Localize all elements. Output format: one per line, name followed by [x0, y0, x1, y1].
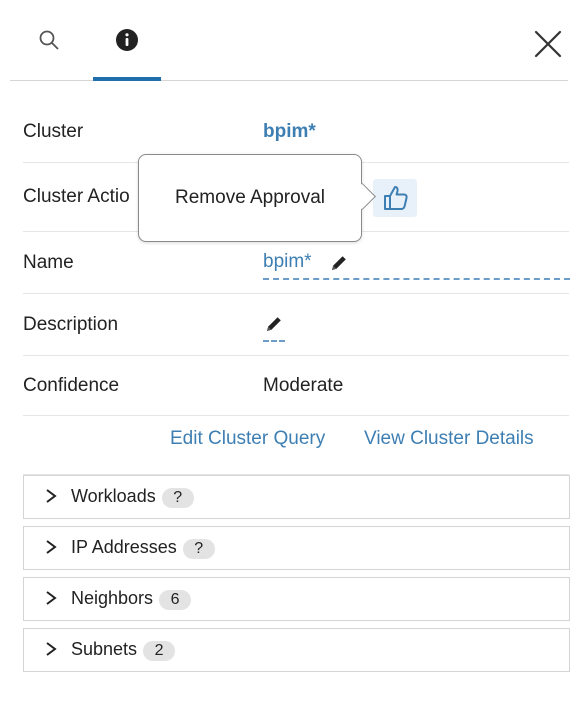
description-row: Description: [23, 294, 569, 356]
count-badge: ?: [161, 488, 194, 508]
search-icon: [39, 30, 59, 50]
tab-bar: [10, 0, 568, 81]
count-badge: 6: [159, 590, 192, 610]
count-badge: 2: [143, 641, 176, 661]
confidence-value: Moderate: [263, 375, 344, 396]
section-title: Workloads?: [71, 486, 194, 508]
chevron-right-icon: [46, 489, 57, 503]
confidence-row: Confidence Moderate: [23, 356, 569, 416]
chevron-right-icon: [46, 591, 57, 605]
section-title: IP Addresses?: [71, 537, 215, 559]
section-subnets[interactable]: Subnets 2: [23, 628, 570, 672]
cluster-value: bpim*: [263, 121, 316, 142]
info-icon: [116, 29, 138, 51]
section-title: Neighbors 6: [71, 588, 192, 610]
approval-button[interactable]: [373, 179, 417, 217]
name-field[interactable]: bpim*: [263, 248, 570, 280]
confidence-label: Confidence: [23, 375, 120, 396]
tab-info[interactable]: [93, 0, 161, 81]
edit-cluster-query-link[interactable]: Edit Cluster Query: [170, 428, 325, 450]
close-icon: [534, 30, 562, 58]
view-cluster-details-link[interactable]: View Cluster Details: [364, 428, 534, 450]
name-value: bpim*: [263, 251, 312, 272]
count-badge: ?: [182, 539, 215, 559]
cluster-label: Cluster: [23, 121, 84, 142]
description-label: Description: [23, 314, 119, 335]
tab-search[interactable]: [24, 0, 74, 80]
thumbs-up-icon: [384, 186, 408, 210]
remove-approval-tooltip: Remove Approval: [138, 154, 376, 242]
tooltip-text: Remove Approval: [175, 187, 325, 208]
close-button[interactable]: [530, 26, 566, 62]
chevron-right-icon: [46, 642, 57, 656]
name-label: Name: [23, 252, 74, 273]
pencil-icon[interactable]: [264, 314, 284, 334]
chevron-right-icon: [46, 540, 57, 554]
pencil-icon[interactable]: [329, 253, 349, 273]
section-workloads[interactable]: Workloads?: [23, 475, 570, 519]
section-title: Subnets 2: [71, 639, 176, 661]
description-field[interactable]: [263, 310, 285, 342]
cluster-action-label: Cluster Actio: [23, 186, 130, 207]
section-ip-addresses[interactable]: IP Addresses?: [23, 526, 570, 570]
active-tab-indicator: [93, 77, 161, 81]
section-neighbors[interactable]: Neighbors 6: [23, 577, 570, 621]
